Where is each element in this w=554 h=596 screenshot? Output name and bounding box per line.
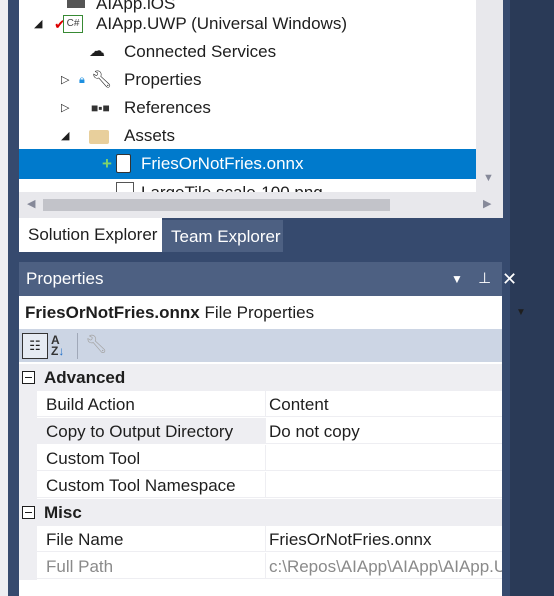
property-row[interactable]: Full Pathc:\Repos\AIApp\AIApp\AIApp.UWP bbox=[19, 553, 502, 580]
collapsed-arrow-icon[interactable]: ▷ bbox=[61, 66, 69, 94]
properties-title: Properties bbox=[26, 269, 104, 288]
alphabetical-sort-icon[interactable]: A Z↓ bbox=[51, 334, 64, 357]
properties-toolbar: ☷ A Z↓ 🔧︎ bbox=[19, 329, 502, 362]
collapse-icon[interactable] bbox=[22, 371, 35, 384]
property-row[interactable]: File Name FriesOrNotFries.onnx bbox=[19, 526, 502, 553]
property-value[interactable]: Do not copy bbox=[265, 418, 502, 444]
dropdown-arrow-icon[interactable]: ▼ bbox=[451, 262, 463, 296]
property-row[interactable]: Custom Tool bbox=[19, 445, 502, 472]
vertical-scrollbar[interactable]: ▼ bbox=[476, 0, 503, 192]
pin-icon[interactable]: ⊥ bbox=[478, 262, 491, 296]
tree-item-uwp[interactable]: ◢ ✔ C# AIApp.UWP (Universal Windows) bbox=[19, 10, 476, 38]
scrollbar-thumb[interactable] bbox=[43, 199, 390, 211]
scroll-right-arrow-icon[interactable]: ▶ bbox=[483, 197, 491, 210]
expanded-arrow-icon[interactable]: ◢ bbox=[61, 122, 69, 150]
property-name: File Name bbox=[37, 526, 265, 552]
property-value[interactable] bbox=[265, 472, 502, 498]
wrench-icon: 🔧︎ bbox=[91, 70, 113, 89]
property-row[interactable]: Custom Tool Namespace bbox=[19, 472, 502, 499]
category-misc[interactable]: Misc bbox=[19, 499, 502, 526]
category-label: Misc bbox=[44, 503, 82, 522]
scroll-left-arrow-icon[interactable]: ◀ bbox=[27, 197, 35, 210]
property-pages-wrench-icon[interactable]: 🔧︎ bbox=[85, 334, 108, 355]
object-type: File Properties bbox=[204, 303, 315, 322]
properties-window: Properties ▼ ⊥ ✕ FriesOrNotFries.onnx Fi… bbox=[19, 262, 526, 596]
collapse-icon[interactable] bbox=[22, 506, 35, 519]
tree-item-fries-onnx[interactable]: + FriesOrNotFries.onnx bbox=[19, 149, 476, 179]
tree-item-references[interactable]: ▷ ■▪■ References bbox=[19, 94, 476, 122]
csharp-project-icon: C# bbox=[63, 15, 83, 33]
left-edge bbox=[0, 0, 8, 596]
properties-title-bar: Properties ▼ ⊥ ✕ bbox=[19, 262, 517, 296]
property-row[interactable]: Copy to Output Directory Do not copy bbox=[19, 418, 502, 445]
add-plus-icon: + bbox=[102, 154, 112, 173]
property-value[interactable]: Content bbox=[265, 391, 502, 417]
tree-item-connected-services[interactable]: ☁ Connected Services bbox=[19, 38, 476, 66]
file-icon bbox=[116, 154, 131, 173]
image-file-icon bbox=[116, 182, 134, 192]
property-name: Full Path bbox=[37, 553, 265, 579]
property-value[interactable]: c:\Repos\AIApp\AIApp\AIApp.UWP bbox=[265, 553, 502, 579]
categorized-icon[interactable]: ☷ bbox=[22, 333, 48, 359]
tab-team-explorer[interactable]: Team Explorer bbox=[162, 220, 283, 252]
horizontal-scrollbar[interactable]: ◀ ▶ bbox=[19, 192, 503, 218]
category-label: Advanced bbox=[44, 368, 126, 387]
close-icon[interactable]: ✕ bbox=[502, 262, 517, 296]
property-value[interactable] bbox=[265, 445, 502, 471]
tab-solution-explorer[interactable]: Solution Explorer bbox=[19, 218, 162, 252]
solution-tree[interactable]: AIApp.iOS ◢ ✔ C# AIApp.UWP (Universal Wi… bbox=[19, 0, 476, 192]
property-name: Custom Tool bbox=[37, 445, 265, 471]
references-icon: ■▪■ bbox=[91, 101, 110, 115]
tree-item-assets[interactable]: ◢ Assets bbox=[19, 122, 476, 150]
lock-icon: 🔒︎ bbox=[79, 74, 85, 86]
object-selector[interactable]: FriesOrNotFries.onnx File Properties ▼ bbox=[19, 296, 526, 329]
expanded-arrow-icon[interactable]: ◢ bbox=[34, 10, 42, 38]
scroll-down-arrow-icon[interactable]: ▼ bbox=[483, 172, 494, 184]
toolbar-separator bbox=[77, 333, 78, 359]
category-advanced[interactable]: Advanced bbox=[19, 364, 502, 391]
property-name: Copy to Output Directory bbox=[37, 418, 265, 444]
tree-item-largetile[interactable]: LargeTile.scale-100.png bbox=[19, 179, 476, 192]
property-name: Build Action bbox=[37, 391, 265, 417]
collapsed-arrow-icon[interactable]: ▷ bbox=[61, 94, 69, 122]
chevron-down-icon[interactable]: ▼ bbox=[516, 296, 526, 329]
property-name: Custom Tool Namespace bbox=[37, 472, 265, 498]
tree-item-properties[interactable]: ▷ 🔒︎ 🔧︎ Properties bbox=[19, 66, 476, 94]
cloud-plug-icon: ☁ bbox=[89, 43, 105, 60]
property-row[interactable]: Build Action Content bbox=[19, 391, 502, 418]
object-name: FriesOrNotFries.onnx bbox=[25, 303, 200, 322]
property-value[interactable]: FriesOrNotFries.onnx bbox=[265, 526, 502, 552]
folder-icon bbox=[89, 130, 109, 144]
ios-project-icon bbox=[67, 0, 85, 8]
